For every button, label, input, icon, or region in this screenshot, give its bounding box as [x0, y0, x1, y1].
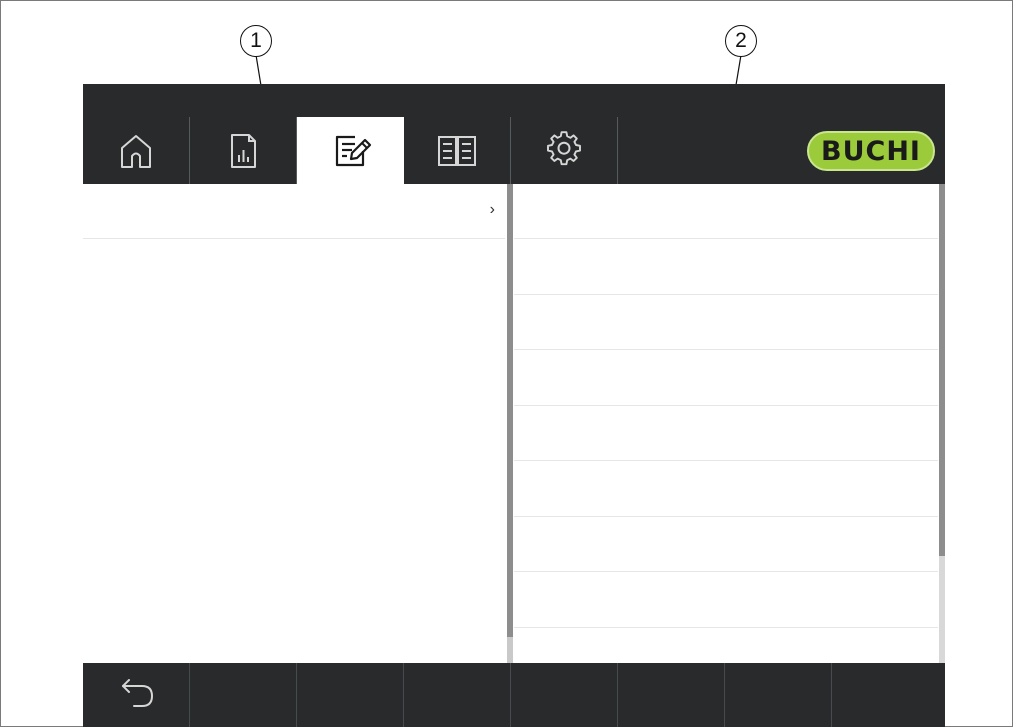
callout-2-number: 2 [735, 29, 747, 52]
bottom-button-7[interactable] [725, 663, 832, 727]
bottom-button-2[interactable] [190, 663, 297, 727]
left-pane: › [83, 184, 505, 663]
callout-1-number: 1 [250, 29, 262, 52]
settings-icon [544, 130, 584, 171]
bottom-action-bar [83, 663, 945, 727]
right-list-item[interactable] [514, 462, 938, 517]
bottom-button-3[interactable] [297, 663, 404, 727]
callout-1: 1 [240, 25, 272, 57]
top-navigation-bar: BUCHI [83, 84, 945, 185]
logo-text: BUCHI [821, 135, 921, 167]
callout-2: 2 [725, 25, 757, 57]
bottom-button-5[interactable] [511, 663, 618, 727]
tab-manual[interactable] [404, 117, 511, 184]
device-screen: BUCHI › [83, 84, 945, 727]
back-icon [114, 676, 158, 715]
chevron-right-icon: › [489, 201, 495, 218]
report-icon [223, 131, 263, 171]
edit-icon [329, 129, 373, 173]
tab-reports[interactable] [190, 117, 297, 184]
right-pane-scrollbar[interactable] [939, 184, 945, 663]
right-list-item[interactable] [514, 295, 938, 350]
buchi-logo: BUCHI [807, 131, 935, 171]
right-list-item[interactable] [514, 517, 938, 572]
back-button[interactable] [83, 663, 190, 727]
tab-edit[interactable] [297, 117, 404, 185]
home-icon [116, 131, 156, 171]
bottom-button-8[interactable] [832, 663, 945, 727]
right-list-item[interactable] [514, 351, 938, 406]
tab-settings[interactable] [511, 117, 618, 184]
bottom-button-6[interactable] [618, 663, 725, 727]
right-list-item[interactable] [514, 573, 938, 628]
left-pane-scrollbar[interactable] [507, 184, 513, 663]
right-list-item[interactable] [514, 184, 938, 239]
right-list-item[interactable] [514, 406, 938, 461]
right-pane [514, 184, 938, 663]
left-scrollbar-thumb[interactable] [507, 184, 513, 637]
tab-home[interactable] [83, 117, 190, 184]
right-list-item[interactable] [514, 240, 938, 295]
right-scrollbar-thumb[interactable] [939, 184, 945, 556]
manual-icon [435, 131, 479, 171]
left-list-item[interactable]: › [83, 184, 505, 239]
bottom-button-4[interactable] [404, 663, 511, 727]
